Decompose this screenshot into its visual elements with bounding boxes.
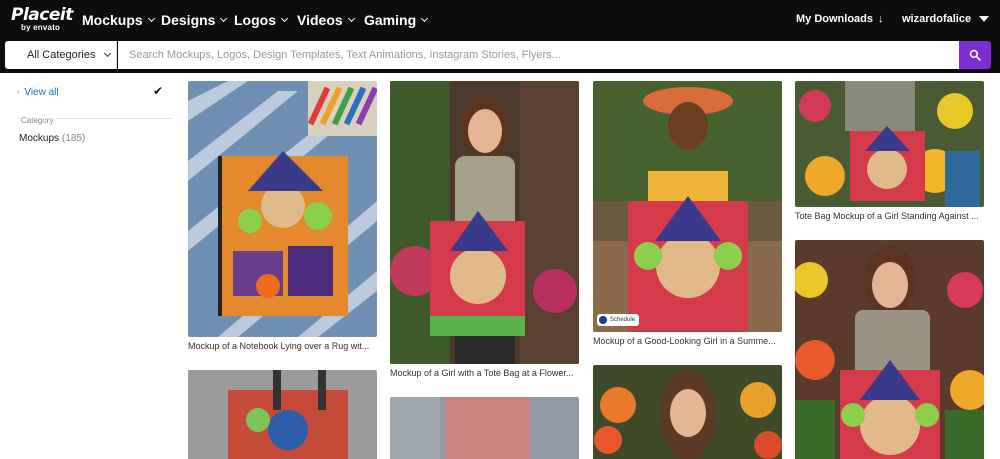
- category-heading: Category: [21, 116, 58, 125]
- chevron-down-icon: [104, 49, 112, 57]
- search-bar: All Categories: [0, 41, 1000, 73]
- girl-tote-flowers-image: [390, 81, 579, 364]
- nav-logos[interactable]: Logos: [234, 12, 289, 28]
- top-navbar: Placeit by envato Mockups Designs Logos …: [0, 0, 1000, 41]
- girl-pink-dress-image: [390, 397, 579, 459]
- chevron-down-icon: [421, 14, 429, 22]
- result-thumbnail[interactable]: [593, 365, 782, 459]
- tote-bag-bw-image: [188, 370, 377, 459]
- schedule-badge[interactable]: Schedule: [597, 314, 640, 326]
- download-arrow-icon: ↓: [878, 13, 884, 25]
- girl-summer-hat-image: [593, 81, 782, 332]
- view-all-label: View all: [24, 87, 59, 98]
- chevron-down-icon: [280, 14, 289, 22]
- sidebar-item-count: (185): [62, 133, 86, 144]
- result-card[interactable]: [390, 397, 579, 459]
- nav-videos-label: Videos: [297, 12, 343, 28]
- checkmark-icon: ✔: [153, 84, 164, 98]
- nav-logos-label: Logos: [234, 12, 276, 28]
- schedule-icon: [599, 316, 607, 324]
- nav-mockups-label: Mockups: [82, 12, 143, 28]
- bullet-icon: ›: [17, 89, 20, 96]
- search-button[interactable]: [959, 41, 991, 69]
- result-card[interactable]: [795, 240, 984, 459]
- tote-girl-standing-image: [795, 81, 984, 207]
- chevron-down-icon: [220, 14, 228, 22]
- nav-designs-label: Designs: [161, 12, 216, 28]
- search-input[interactable]: [118, 41, 959, 69]
- sidebar-item-mockups[interactable]: Mockups (185): [19, 133, 85, 144]
- chevron-down-icon: [347, 14, 355, 22]
- result-card[interactable]: [593, 365, 782, 459]
- view-all-link[interactable]: › View all: [17, 87, 59, 98]
- result-thumbnail[interactable]: [188, 81, 377, 337]
- result-thumbnail[interactable]: [795, 240, 984, 459]
- my-downloads-link[interactable]: My Downloads ↓: [796, 13, 884, 25]
- notebook-rug-image: [188, 81, 377, 337]
- result-card[interactable]: Mockup of a Girl with a Tote Bag at a Fl…: [390, 81, 579, 378]
- nav-designs[interactable]: Designs: [161, 12, 228, 28]
- placeit-logo[interactable]: Placeit by envato: [11, 5, 73, 35]
- logo-wordmark: Placeit: [11, 5, 73, 25]
- result-card[interactable]: Schedule Mockup of a Good-Looking Girl i…: [593, 81, 782, 346]
- result-caption[interactable]: Tote Bag Mockup of a Girl Standing Again…: [795, 211, 984, 221]
- nav-gaming[interactable]: Gaming: [364, 12, 429, 28]
- result-thumbnail[interactable]: [390, 397, 579, 459]
- result-thumbnail[interactable]: Schedule: [593, 81, 782, 332]
- nav-mockups[interactable]: Mockups: [82, 12, 155, 28]
- search-icon: [969, 49, 981, 61]
- caret-down-icon: [979, 16, 990, 22]
- nav-videos[interactable]: Videos: [297, 12, 355, 28]
- result-thumbnail[interactable]: [390, 81, 579, 364]
- result-caption[interactable]: Mockup of a Girl with a Tote Bag at a Fl…: [390, 368, 579, 378]
- result-card[interactable]: [188, 370, 377, 459]
- result-caption[interactable]: Mockup of a Notebook Lying over a Rug wi…: [188, 341, 377, 351]
- my-downloads-label: My Downloads: [796, 13, 874, 25]
- girl-flowers-tote-image: [795, 240, 984, 459]
- schedule-badge-label: Schedule: [610, 317, 636, 323]
- result-card[interactable]: Mockup of a Notebook Lying over a Rug wi…: [188, 81, 377, 351]
- category-select-value: All Categories: [27, 49, 96, 61]
- username: wizardofalice: [902, 13, 972, 25]
- filter-sidebar: › View all ✔ Category Mockups (185): [0, 73, 180, 459]
- result-thumbnail[interactable]: [795, 81, 984, 207]
- sidebar-item-label: Mockups: [19, 133, 60, 144]
- result-card[interactable]: Tote Bag Mockup of a Girl Standing Again…: [795, 81, 984, 221]
- logo-subtitle: by envato: [21, 23, 61, 32]
- result-caption[interactable]: Mockup of a Good-Looking Girl in a Summe…: [593, 336, 782, 346]
- chevron-down-icon: [147, 14, 155, 22]
- girl-orange-flowers-image: [593, 365, 782, 459]
- result-thumbnail[interactable]: [188, 370, 377, 459]
- category-select[interactable]: All Categories: [5, 41, 117, 69]
- user-menu[interactable]: wizardofalice: [902, 13, 990, 25]
- nav-gaming-label: Gaming: [364, 12, 417, 28]
